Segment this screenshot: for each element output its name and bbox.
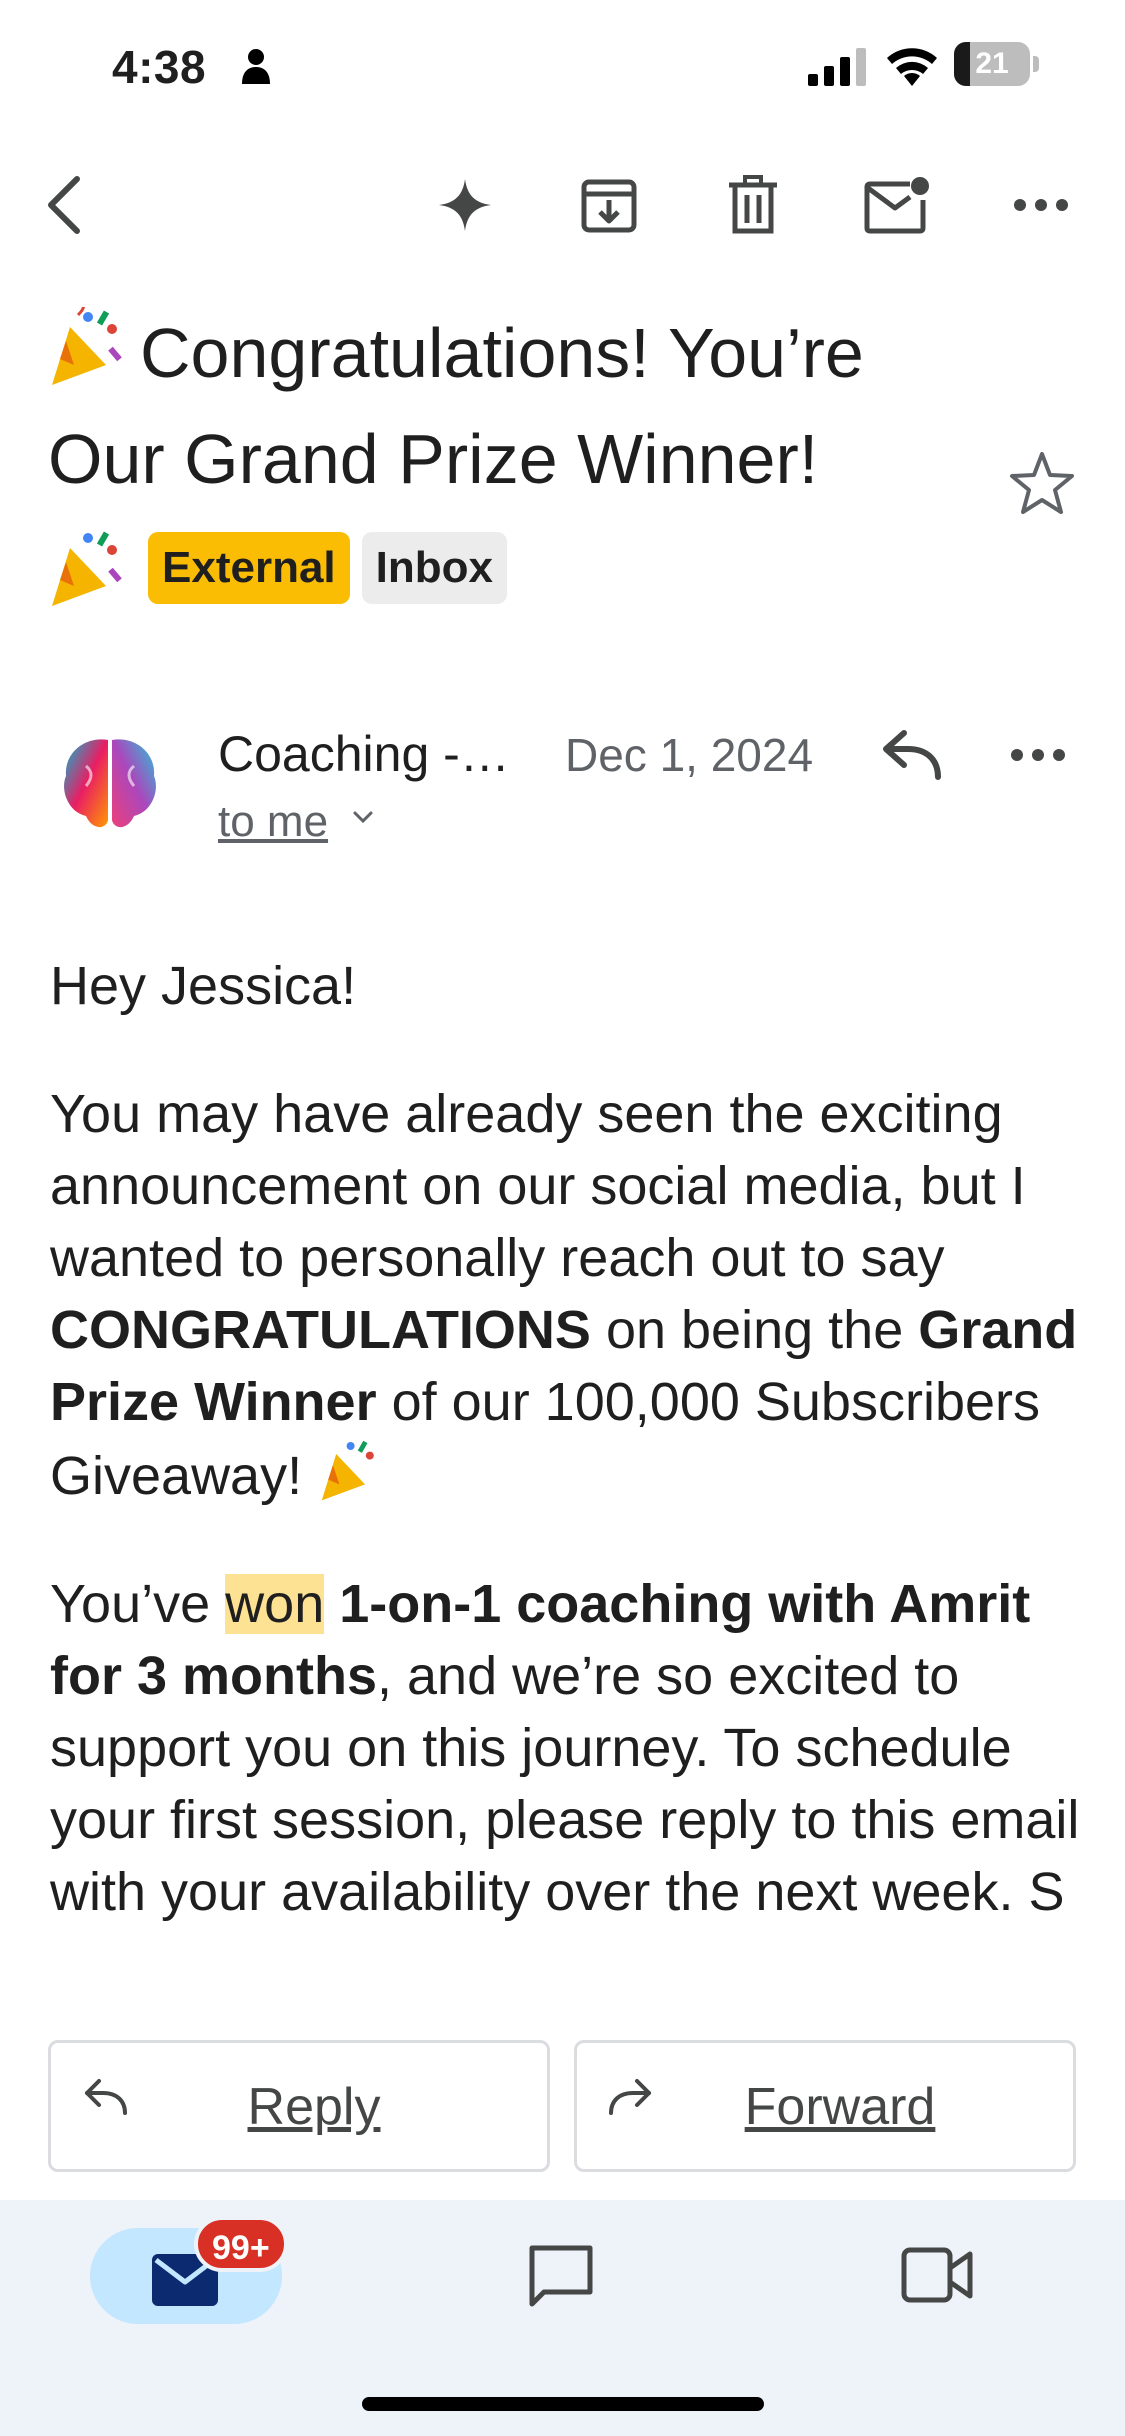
body-text: You’ve [50,1574,226,1634]
party-popper-icon [321,1440,374,1501]
sender-avatar[interactable] [56,730,164,838]
battery-percent: 21 [975,47,1009,80]
unread-count-badge: 99+ [194,2216,288,2272]
body-greeting: Hey Jessica! [50,956,357,1016]
sparkle-icon[interactable] [430,170,500,240]
email-body: Hey Jessica! You may have already seen t… [50,950,1090,2015]
subject-line-2: Our Grand Prize Winner! [48,420,819,498]
body-paragraph-1: You may have already seen the exciting a… [50,1078,1090,1512]
trash-icon[interactable] [718,170,788,240]
mark-unread-icon[interactable] [862,170,932,240]
chat-icon[interactable] [526,2242,596,2312]
sender-name[interactable]: Coaching -… [218,725,510,783]
battery-body: 21 [954,42,1030,86]
message-more-icon[interactable] [1010,740,1066,770]
party-popper-icon [52,531,122,606]
body-text [324,1574,339,1634]
person-icon [242,49,270,84]
email-subject: Congratulations! You’re Our Grand Prize … [48,300,988,512]
recipient-details-toggle[interactable]: to me [218,797,328,847]
more-horizontal-icon[interactable] [1006,170,1076,240]
archive-icon[interactable] [574,170,644,240]
bottom-navigation: 99+ [0,2200,1125,2436]
subject-line-1: Congratulations! You’re [140,314,864,392]
body-text: You may have already seen the exciting a… [50,1084,1026,1288]
back-arrow-icon[interactable] [30,170,100,240]
meet-video-icon[interactable] [900,2244,974,2306]
cellular-signal-icon [808,48,866,86]
forward-button[interactable]: Forward [574,2040,1076,2172]
label-inbox[interactable]: Inbox [361,532,507,604]
wifi-icon [887,48,937,86]
home-indicator [362,2397,764,2411]
reply-icon[interactable] [878,725,944,785]
reply-button[interactable]: Reply [48,2040,550,2172]
battery-icon: 21 [954,42,1040,88]
forward-button-label: Forward [744,2078,936,2136]
status-bar: 4:38 21 [0,0,1125,135]
body-bold-text: CONGRATULATIONS [50,1300,591,1360]
star-icon[interactable] [1008,450,1076,518]
status-time: 4:38 [112,41,207,93]
battery-cap [1033,56,1039,72]
body-paragraph-2: You’ve won 1-on-1 coaching with Amrit fo… [50,1568,1090,1928]
chevron-down-icon[interactable] [352,806,374,828]
email-toolbar [0,150,1125,260]
party-popper-icon [52,307,122,385]
search-highlight: won [225,1574,325,1634]
reply-button-label: Reply [247,2078,381,2136]
body-text: on being the [590,1300,919,1360]
email-date: Dec 1, 2024 [565,729,814,781]
label-external[interactable]: External [148,532,350,604]
email-labels: External Inbox [48,528,519,608]
